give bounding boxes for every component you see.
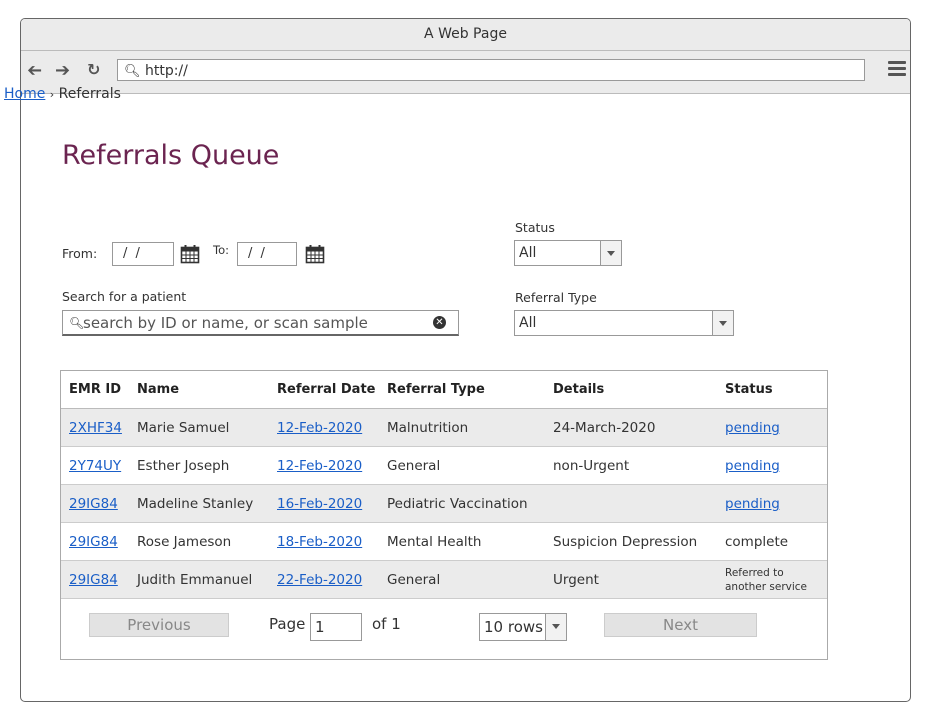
breadcrumb-current: Referrals [58,86,121,102]
details: Suspicion Depression [545,522,717,561]
search-placeholder: search by ID or name, or scan sample [83,314,368,332]
url-text: http:// [144,63,188,79]
emr-id-link[interactable]: 29IG84 [69,534,118,550]
search-icon: 🔍︎ [124,64,141,79]
referral-type: Pediatric Vaccination [379,484,545,523]
referral-type-label: Referral Type [515,290,597,305]
patient-name: Judith Emmanuel [129,560,269,599]
referral-type: General [379,560,545,599]
page-count-label: of 1 [372,615,401,633]
hamburger-menu-icon[interactable] [888,61,906,79]
page-number-input[interactable]: 1 [310,613,362,641]
rows-per-page-select[interactable]: 10 rows [479,613,567,641]
from-date-input[interactable]: / / [112,242,174,266]
patient-name: Rose Jameson [129,522,269,561]
status-label: Status [515,220,555,235]
referral-type-select[interactable]: All [514,310,734,336]
patient-name: Madeline Stanley [129,484,269,523]
url-field[interactable]: 🔍︎ http:// [117,59,865,81]
referral-type: General [379,446,545,485]
referral-type: Malnutrition [379,408,545,447]
to-date-input[interactable]: / / [237,242,297,266]
from-calendar-icon[interactable] [180,244,200,264]
details: non-Urgent [545,446,717,485]
status-select-value: All [519,245,537,261]
referral-type-select-value: All [519,315,537,331]
chevron-down-icon [545,614,566,640]
header-status: Status [717,371,827,409]
search-icon: 🔍︎ [69,316,85,330]
table-row: 2Y74UY Esther Joseph 12-Feb-2020 General… [61,446,827,485]
table-header-row: EMR ID Name Referral Date Referral Type … [61,371,827,409]
back-icon[interactable]: ➔ [27,60,42,81]
table-row: 29IG84 Judith Emmanuel 22-Feb-2020 Gener… [61,560,827,599]
to-calendar-icon[interactable] [305,244,325,264]
rows-per-page-value: 10 rows [484,618,543,636]
previous-button[interactable]: Previous [89,613,229,637]
details: 24-March-2020 [545,408,717,447]
patient-name: Marie Samuel [129,408,269,447]
referral-date-link[interactable]: 18-Feb-2020 [277,534,362,550]
status-link[interactable]: pending [725,420,780,436]
referral-date-link[interactable]: 16-Feb-2020 [277,496,362,512]
page-title: Referrals Queue [62,140,280,171]
header-details: Details [545,371,717,409]
chevron-down-icon [712,311,733,335]
forward-icon[interactable]: ➔ [55,60,70,81]
status-text: Referred to another service [717,560,827,599]
window-title: A Web Page [21,19,910,51]
header-referral-type: Referral Type [379,371,545,409]
header-referral-date: Referral Date [269,371,379,409]
next-button[interactable]: Next [604,613,757,637]
referral-type: Mental Health [379,522,545,561]
referral-date-link[interactable]: 12-Feb-2020 [277,458,362,474]
breadcrumb-separator: › [49,88,55,101]
patient-search-input[interactable]: 🔍︎ search by ID or name, or scan sample … [62,310,459,336]
status-link[interactable]: pending [725,496,780,512]
emr-id-link[interactable]: 2XHF34 [69,420,122,436]
emr-id-link[interactable]: 29IG84 [69,572,118,588]
status-link[interactable]: pending [725,458,780,474]
emr-id-link[interactable]: 2Y74UY [69,458,121,474]
search-label: Search for a patient [62,289,187,304]
header-name: Name [129,371,269,409]
details [545,484,717,523]
breadcrumb: Home › Referrals [4,86,121,102]
from-label: From: [62,246,98,261]
header-emr-id: EMR ID [61,371,129,409]
referral-date-link[interactable]: 12-Feb-2020 [277,420,362,436]
table-row: 29IG84 Madeline Stanley 16-Feb-2020 Pedi… [61,484,827,523]
patient-name: Esther Joseph [129,446,269,485]
referral-date-link[interactable]: 22-Feb-2020 [277,572,362,588]
address-bar: ➔ ➔ ➔ ↻ 🔍︎ http:// [21,51,910,94]
chevron-down-icon [600,241,621,265]
emr-id-link[interactable]: 29IG84 [69,496,118,512]
referrals-table: EMR ID Name Referral Date Referral Type … [60,370,828,660]
status-select[interactable]: All [514,240,622,266]
reload-icon[interactable]: ↻ [87,60,100,79]
breadcrumb-home-link[interactable]: Home [4,86,45,102]
page-label: Page [269,615,306,633]
status-text: complete [717,522,827,561]
to-label: To: [213,243,229,257]
clear-search-icon[interactable]: ✕ [433,316,446,329]
table-row: 29IG84 Rose Jameson 18-Feb-2020 Mental H… [61,522,827,561]
details: Urgent [545,560,717,599]
table-row: 2XHF34 Marie Samuel 12-Feb-2020 Malnutri… [61,408,827,447]
